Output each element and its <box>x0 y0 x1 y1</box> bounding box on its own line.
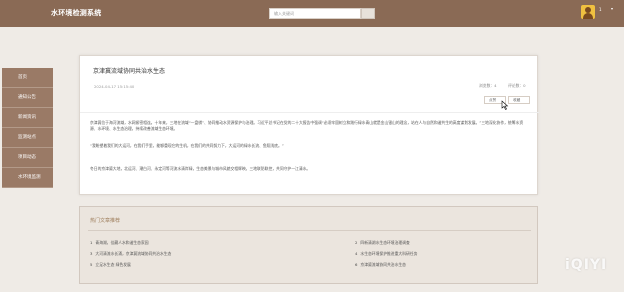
recommend-panel: 热门文章推荐 1 青海湖，佳藏人水和谐生态家园 2 四新清湖水生态环境治理调查 3大… <box>79 206 538 284</box>
chevron-down-icon[interactable]: ▾ <box>611 6 613 11</box>
sidebar-item-home[interactable]: 首页 <box>2 68 53 88</box>
recommend-item-label: 京津冀流域协同共治水生态 <box>360 262 406 267</box>
recommend-item[interactable]: 6 京津冀流域协同共治水生态 <box>355 262 406 268</box>
article-paragraph: “我盼望着我们的大运河，在我们手里，能够重现它的生机，在我们的共同努力下，大运河… <box>90 143 284 148</box>
content-divider <box>80 112 539 113</box>
recommend-item[interactable]: 4 水生态环境保护推进重大科研任务 <box>355 251 417 257</box>
recommend-item-label: 水生态环境保护推进重大科研任务 <box>360 251 418 256</box>
article-panel: 京津冀流域协同共治水生态 2024-04-17 15:15:40 浏览数：4 评… <box>79 55 539 195</box>
article-paragraph: 冬日的京津冀大地，北运河、潮白河、永定河等河流水清岸绿，生态美景与城市风貌交相辉… <box>90 166 311 171</box>
recommend-item-number: 2 <box>355 240 358 245</box>
recommend-divider <box>88 230 531 231</box>
sidebar-nav: 首页 通知公告 新闻资讯 监测站点 项目动态 水环境监测 <box>2 68 53 188</box>
recommend-item-number: 4 <box>355 251 358 256</box>
recommend-item-number: 1 <box>90 240 93 245</box>
recommend-item-label: 立足水生态 绿色发展 <box>95 262 131 267</box>
recommend-title: 热门文章推荐 <box>90 218 121 224</box>
avatar-body-shape <box>583 13 593 19</box>
sidebar-item-projects[interactable]: 项目动态 <box>2 148 53 168</box>
view-count: 浏览数：4 <box>479 83 497 88</box>
article-title: 京津冀流域协同共治水生态 <box>93 68 166 75</box>
recommend-item[interactable]: 1 青海湖，佳藏人水和谐生态家园 <box>90 240 149 246</box>
search-input[interactable]: 输入关键词 <box>269 8 361 19</box>
recommend-item-number: 5 <box>90 262 93 267</box>
comment-count: 评论数：0 <box>508 83 526 88</box>
recommend-item-label: 四新清湖水生态环境治理调查 <box>360 240 410 245</box>
username[interactable]: 1 <box>599 7 602 12</box>
watermark-logo: iQIYI <box>565 257 608 273</box>
recommend-item[interactable]: 5 立足水生态 绿色发展 <box>90 262 131 268</box>
recommend-item[interactable]: 3 大河清流水长涌，京津冀流域协同共治水生态 <box>90 251 171 257</box>
user-avatar[interactable] <box>581 5 595 19</box>
recommend-item-label: 大河清流水长涌，京津冀流域协同共治水生态 <box>95 251 172 256</box>
mouse-cursor-icon <box>501 100 509 110</box>
top-header-bar: 水环境检测系统 输入关键词 1 ▾ <box>0 0 624 27</box>
article-paragraph: 京津冀位于海河流域，水网紧密相连。十年来，三地在流域“一盘棋”、协同推动水资源保… <box>90 120 524 132</box>
app-title: 水环境检测系统 <box>51 9 102 17</box>
article-date: 2024-04-17 15:15:40 <box>94 84 135 89</box>
recommend-item-number: 6 <box>355 262 358 267</box>
search-button[interactable] <box>361 8 375 19</box>
recommend-item-label: 青海湖，佳藏人水和谐生态家园 <box>95 240 149 245</box>
recommend-item-number: 3 <box>90 251 93 256</box>
sidebar-item-monitoring[interactable]: 水环境监测 <box>2 168 53 188</box>
sidebar-item-stations[interactable]: 监测站点 <box>2 128 53 148</box>
favorite-button[interactable]: 收藏 <box>508 96 530 104</box>
sidebar-item-notices[interactable]: 通知公告 <box>2 88 53 108</box>
sidebar-item-news[interactable]: 新闻资讯 <box>2 108 53 128</box>
recommend-item[interactable]: 2 四新清湖水生态环境治理调查 <box>355 240 410 246</box>
